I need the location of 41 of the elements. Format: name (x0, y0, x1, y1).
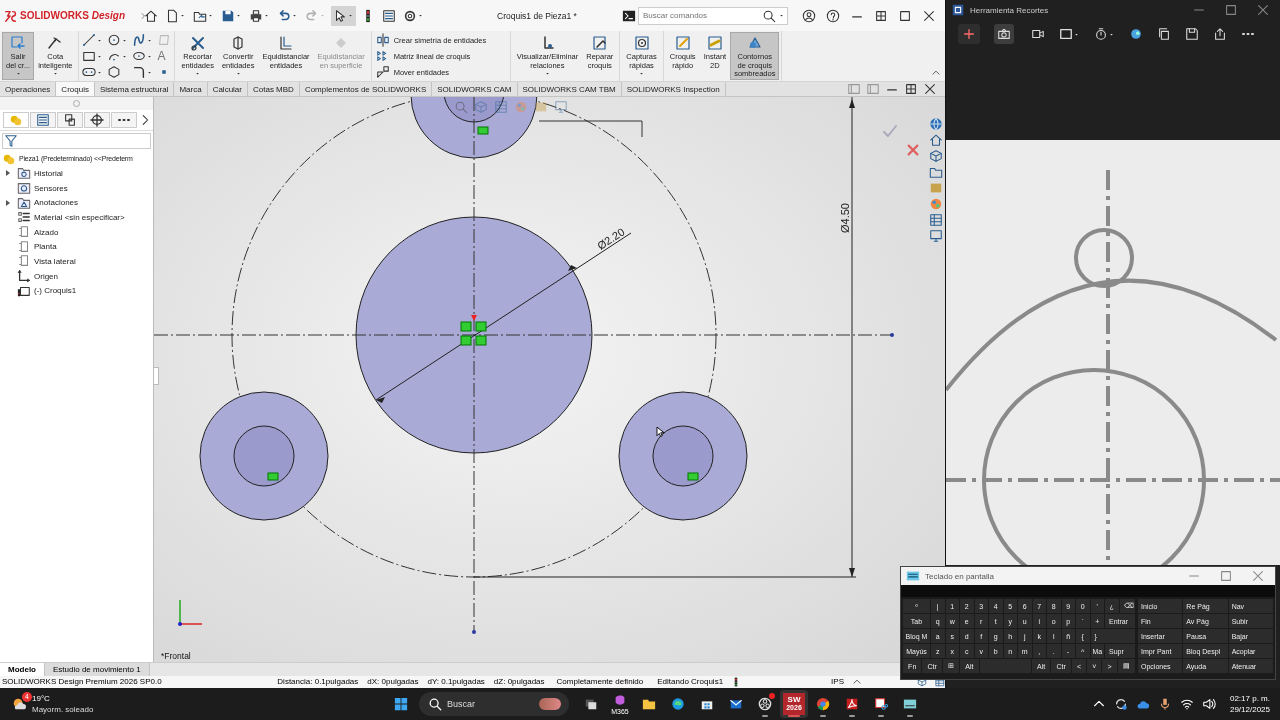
bottom-tab[interactable]: Estudio de movimiento 1 (45, 663, 150, 676)
tree-item[interactable]: Vista lateral (0, 254, 153, 269)
window-title: Herramienta Recortes (970, 5, 1049, 15)
status-text: Editando Croquis1 (657, 677, 724, 687)
command-tab[interactable]: Sistema estructural (94, 82, 175, 97)
command-tab[interactable]: SOLIDWORKS Inspection (621, 82, 726, 97)
status-text: Completamente definido (556, 677, 644, 687)
command-tab[interactable]: SOLIDWORKS CAM (432, 82, 518, 97)
status-text: dX: 0pulgadas (367, 677, 419, 687)
command-tab[interactable]: Complementos de SOLIDWORKS (299, 82, 433, 97)
temperature-text: 19°C (32, 693, 51, 704)
tree-item[interactable]: Historial (0, 166, 153, 181)
clock-date[interactable]: 29/12/2025 (1229, 704, 1270, 715)
text-tool-button[interactable]: A (156, 49, 173, 64)
search-field[interactable]: Buscar (419, 692, 569, 716)
app-logo: SOLIDWORKS Design (20, 10, 125, 22)
tree-item[interactable]: Alzado (0, 224, 153, 240)
tree-item[interactable]: Material <sin especificar> (0, 210, 153, 225)
clock-time[interactable]: 02:17 p. m. (1229, 693, 1270, 704)
status-text: dY: 0.1pulgadas (427, 677, 485, 687)
tree-item[interactable]: Origen (0, 268, 153, 284)
command-tab[interactable]: Calcular (207, 82, 248, 97)
dimension-text: Ø4.50 (839, 203, 851, 234)
window-title: Croquis1 de Pieza1 * (496, 10, 578, 21)
status-text: dZ: 0pulgadas (493, 677, 545, 687)
command-tab[interactable]: Croquis (56, 82, 95, 97)
search-field[interactable]: Buscar comandos (638, 6, 788, 25)
units-selector[interactable]: IPS (831, 677, 844, 687)
weather-text: Mayorm. soleado (32, 704, 94, 715)
bottom-tab[interactable]: Modelo (0, 663, 45, 676)
tree-item[interactable]: Anotaciones (0, 195, 153, 211)
command-tab[interactable]: Cotas MBD (248, 82, 300, 97)
command-tab[interactable]: Marca (174, 82, 208, 97)
tree-item[interactable]: Planta (0, 239, 153, 255)
status-text: SOLIDWORKS Design Premium 2026 SP0.0 (1, 677, 163, 687)
view-label: *Frontal (161, 651, 191, 662)
command-tab[interactable]: SOLIDWORKS CAM TBM (517, 82, 622, 97)
tree-item[interactable]: (-) Croquis1 (0, 283, 153, 299)
status-text: Distancia: 0.1pulgadas (277, 677, 359, 687)
tree-item[interactable]: Sensores (0, 180, 153, 196)
window-title: Teclado en pantalla (925, 571, 994, 581)
